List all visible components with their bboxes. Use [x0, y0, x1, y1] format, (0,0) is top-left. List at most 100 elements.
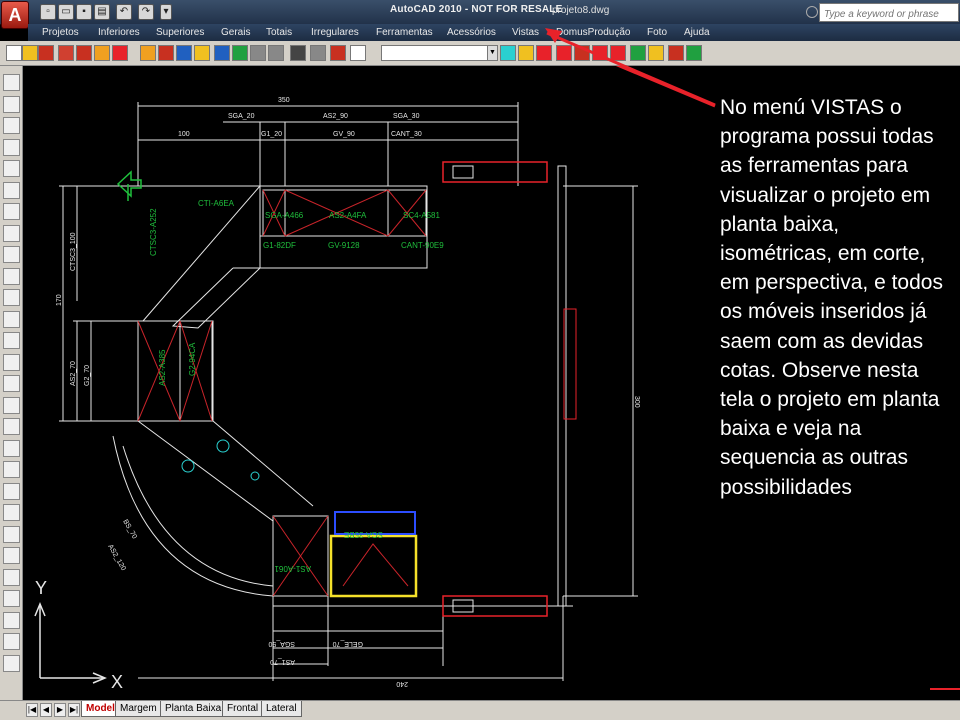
toolbar-tool-icon[interactable]	[112, 45, 128, 61]
toolbar-tool-icon[interactable]	[330, 45, 346, 61]
menu-foto[interactable]: Foto	[647, 27, 667, 38]
left-tool-icon[interactable]	[3, 375, 20, 392]
module-labels: CTI-A6EA SGA-A466 AS2-A4FA SC4-A581 G1-82DF G…	[149, 199, 444, 573]
toolbar-tool-icon[interactable]	[176, 45, 192, 61]
quick-access-dropdown-icon[interactable]: ▾	[160, 4, 172, 20]
save-icon[interactable]: ▪	[76, 4, 92, 20]
left-tool-icon[interactable]	[3, 203, 20, 220]
left-tool-icon[interactable]	[3, 267, 20, 285]
menu-domusproducao[interactable]: DomusProdução	[556, 27, 630, 38]
toolbar-tool-icon[interactable]	[310, 45, 326, 61]
undo-icon[interactable]: ↶	[116, 4, 132, 20]
tab-frontal[interactable]: Frontal	[222, 701, 264, 717]
left-tool-icon[interactable]	[3, 289, 20, 306]
menu-gerais[interactable]: Gerais	[221, 27, 250, 38]
last-tab-icon[interactable]: ▶|	[68, 703, 80, 717]
toolbar-view-icon[interactable]	[518, 45, 534, 61]
left-tool-icon[interactable]	[3, 396, 20, 414]
module-label: CANT-90E9	[401, 241, 444, 250]
left-tool-icon[interactable]	[3, 160, 20, 177]
search-icon	[806, 6, 818, 18]
command-marker	[930, 688, 960, 690]
toolbar-tool-icon[interactable]	[268, 45, 284, 61]
toolbar-view-icon[interactable]	[668, 45, 684, 61]
toolbar-tool-icon[interactable]	[250, 45, 266, 61]
new-file-icon[interactable]: ▫	[40, 4, 56, 20]
toolbar-tool-icon[interactable]	[94, 45, 110, 61]
toolbar-tool-icon[interactable]	[58, 45, 74, 61]
toolbar-tool-icon[interactable]	[38, 45, 54, 61]
menu-ajuda[interactable]: Ajuda	[684, 27, 710, 38]
toolbar-view-icon[interactable]	[500, 45, 516, 61]
dimension-label: AS2_70	[70, 361, 77, 386]
left-tool-icon[interactable]	[3, 439, 20, 457]
menu-projetos[interactable]: Projetos	[42, 27, 79, 38]
left-tool-icon[interactable]	[3, 246, 20, 263]
left-tool-icon[interactable]	[3, 525, 20, 543]
toolbar-tool-icon[interactable]	[290, 45, 306, 61]
left-tool-icon[interactable]	[3, 568, 20, 586]
menu-superiores[interactable]: Superiores	[156, 27, 204, 38]
tab-planta-baixa[interactable]: Planta Baixa	[160, 701, 227, 717]
tab-lateral[interactable]: Lateral	[261, 701, 302, 717]
toolbar-view-icon[interactable]	[556, 45, 572, 61]
left-tool-icon[interactable]	[3, 95, 20, 113]
chevron-down-icon[interactable]: ▼	[487, 45, 498, 61]
left-tool-icon[interactable]	[3, 74, 20, 91]
left-tool-icon[interactable]	[3, 611, 20, 629]
toolbar-view-icon[interactable]	[610, 45, 626, 61]
open-file-icon[interactable]: ▭	[58, 4, 74, 20]
prev-tab-icon[interactable]: ◀	[40, 703, 52, 717]
menu-inferiores[interactable]: Inferiores	[98, 27, 140, 38]
toolbar-tool-icon[interactable]	[194, 45, 210, 61]
toolbar-tool-icon[interactable]	[214, 45, 230, 61]
toolbar-view-icon[interactable]	[592, 45, 608, 61]
file-name: projeto8.dwg	[552, 5, 610, 16]
print-icon[interactable]: ▤	[94, 4, 110, 20]
search-input[interactable]	[820, 7, 956, 22]
redo-icon[interactable]: ↷	[138, 4, 154, 20]
left-tool-icon[interactable]	[3, 633, 20, 650]
left-tool-icon[interactable]	[3, 181, 20, 199]
left-tool-icon[interactable]	[3, 224, 20, 242]
dimension-label: CANT_30	[391, 131, 422, 138]
search-box[interactable]	[819, 3, 959, 22]
toolbar-tool-icon[interactable]	[76, 45, 92, 61]
left-tool-icon[interactable]	[3, 461, 20, 478]
next-tab-icon[interactable]: ▶	[54, 703, 66, 717]
left-tool-icon[interactable]	[3, 590, 20, 607]
left-tool-icon[interactable]	[3, 310, 20, 328]
toolbar-view-icon[interactable]	[536, 45, 552, 61]
left-tool-icon[interactable]	[3, 117, 20, 134]
menu-acessorios[interactable]: Acessórios	[447, 27, 496, 38]
left-tool-icon[interactable]	[3, 353, 20, 371]
left-tool-icon[interactable]	[3, 418, 20, 435]
left-tool-icon[interactable]	[3, 332, 20, 349]
dimension-label: G2_70	[84, 365, 91, 386]
toolbar-tool-icon[interactable]	[140, 45, 156, 61]
menu-ferramentas[interactable]: Ferramentas	[376, 27, 433, 38]
toolbar-tool-icon[interactable]	[158, 45, 174, 61]
dimension-label: GV_90	[333, 131, 355, 138]
menu-irregulares[interactable]: Irregulares	[311, 27, 359, 38]
left-tool-icon[interactable]	[3, 547, 20, 564]
menu-totais[interactable]: Totais	[266, 27, 292, 38]
left-tool-icon[interactable]	[3, 654, 20, 672]
autocad-logo-icon[interactable]: A	[1, 1, 29, 29]
left-tool-icon[interactable]	[3, 504, 20, 521]
layer-combo[interactable]	[381, 45, 489, 61]
menu-vistas[interactable]: Vistas	[512, 27, 539, 38]
tab-margem[interactable]: Margem	[115, 701, 162, 717]
toolbar-view-icon[interactable]	[648, 45, 664, 61]
toolbar-tool-icon[interactable]	[350, 45, 366, 61]
toolbar-view-icon[interactable]	[574, 45, 590, 61]
toolbar-view-icon[interactable]	[630, 45, 646, 61]
toolbar-tool-icon[interactable]	[232, 45, 248, 61]
toolbar-tool-icon[interactable]	[6, 45, 22, 61]
left-tool-icon[interactable]	[3, 482, 20, 500]
dimension-label: G1_20	[261, 131, 282, 138]
toolbar-view-icon[interactable]	[686, 45, 702, 61]
left-tool-icon[interactable]	[3, 138, 20, 156]
toolbar-tool-icon[interactable]	[22, 45, 38, 61]
first-tab-icon[interactable]: |◀	[26, 703, 38, 717]
